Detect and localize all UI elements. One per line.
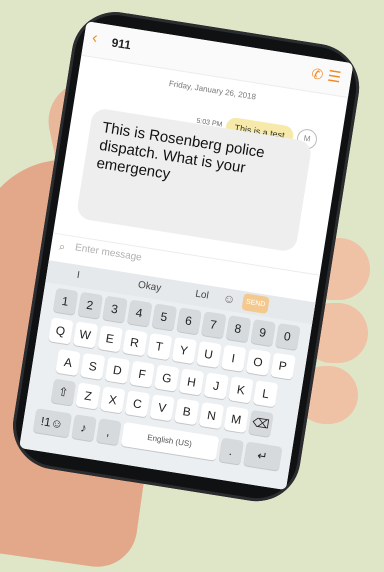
key-v[interactable]: V <box>149 394 175 422</box>
key-7[interactable]: 7 <box>200 311 227 339</box>
period-key[interactable]: . <box>218 437 244 465</box>
key-w[interactable]: W <box>72 321 98 349</box>
key-q[interactable]: Q <box>47 317 74 345</box>
send-button[interactable]: SEND <box>241 293 270 315</box>
key-3[interactable]: 3 <box>101 295 128 323</box>
call-icon[interactable]: ✆ <box>310 65 324 84</box>
key-o[interactable]: O <box>245 348 271 376</box>
key-c[interactable]: C <box>124 390 151 418</box>
key-r[interactable]: R <box>121 329 148 357</box>
key-l[interactable]: L <box>252 380 279 408</box>
key-0[interactable]: 0 <box>274 322 301 351</box>
key-2[interactable]: 2 <box>77 291 103 319</box>
menu-icon[interactable]: ☰ <box>326 67 342 87</box>
attach-icon[interactable]: ⌕ <box>58 241 66 255</box>
key-z[interactable]: Z <box>75 382 101 410</box>
key-h[interactable]: H <box>178 368 205 396</box>
suggestion[interactable]: Okay <box>137 280 162 295</box>
key-n[interactable]: N <box>198 402 225 430</box>
comma-key[interactable]: , <box>95 418 122 446</box>
suggestion[interactable]: I <box>76 270 80 281</box>
enter-key[interactable]: ↵ <box>242 441 283 471</box>
message-input[interactable]: Enter message <box>74 242 142 263</box>
phone-group: ‹ 911 ✆ ☰ Friday, January 26, 2018 5:03 … <box>0 0 384 546</box>
key-i[interactable]: I <box>220 344 247 372</box>
key-a[interactable]: A <box>55 348 81 377</box>
suggestion[interactable]: Lol <box>195 289 210 302</box>
photo-scene: ‹ 911 ✆ ☰ Friday, January 26, 2018 5:03 … <box>0 0 384 572</box>
key-s[interactable]: S <box>80 352 106 380</box>
back-arrow-icon[interactable]: ‹ <box>91 29 99 48</box>
keyboard: I Okay Lol ☺ SEND 1 2 3 4 5 6 7 8 9 0 Q … <box>19 260 316 491</box>
shift-key[interactable]: ⇧ <box>50 378 77 406</box>
key-p[interactable]: P <box>269 352 296 380</box>
microphone-icon[interactable]: ♪ <box>70 414 97 442</box>
emoji-icon[interactable]: ☺ <box>222 291 236 307</box>
backspace-key[interactable]: ⌫ <box>248 409 274 437</box>
key-k[interactable]: K <box>228 376 254 404</box>
key-y[interactable]: Y <box>171 336 197 365</box>
key-8[interactable]: 8 <box>225 315 251 343</box>
key-4[interactable]: 4 <box>126 299 152 327</box>
key-1[interactable]: 1 <box>52 287 78 315</box>
key-j[interactable]: J <box>203 372 229 400</box>
key-x[interactable]: X <box>100 386 126 414</box>
symbols-key[interactable]: !1☺ <box>32 408 72 438</box>
key-u[interactable]: U <box>195 340 222 368</box>
conversation-title: 911 <box>110 35 132 53</box>
key-6[interactable]: 6 <box>175 307 202 335</box>
key-9[interactable]: 9 <box>249 318 276 347</box>
key-f[interactable]: F <box>129 360 155 388</box>
key-e[interactable]: E <box>97 325 123 353</box>
key-m[interactable]: M <box>223 405 249 434</box>
key-d[interactable]: D <box>104 356 131 384</box>
phone-screen: ‹ 911 ✆ ☰ Friday, January 26, 2018 5:03 … <box>19 21 354 491</box>
key-g[interactable]: G <box>154 364 180 392</box>
key-5[interactable]: 5 <box>151 303 177 331</box>
key-t[interactable]: T <box>146 332 172 361</box>
key-b[interactable]: B <box>174 398 200 426</box>
smartphone: ‹ 911 ✆ ☰ Friday, January 26, 2018 5:03 … <box>6 5 366 508</box>
